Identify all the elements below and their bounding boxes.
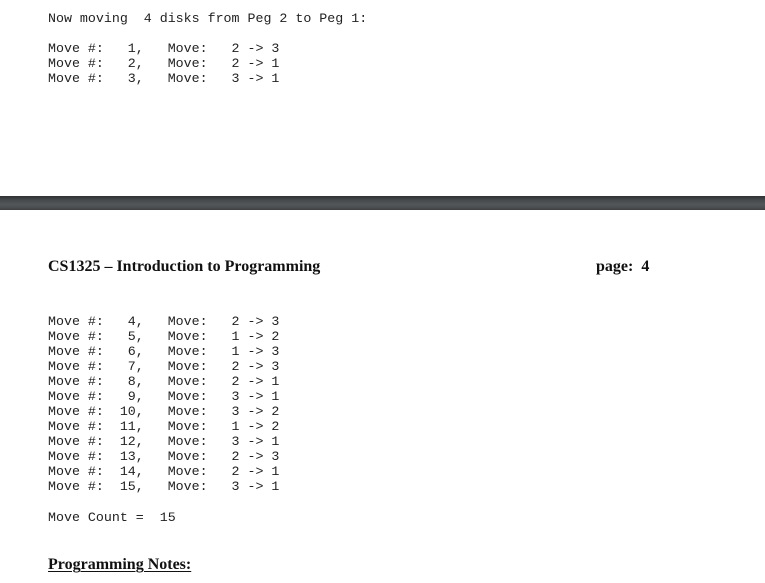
move-row: Move #: 1, Move: 2 -> 3 (48, 41, 280, 56)
move-row: Move #: 6, Move: 1 -> 3 (48, 344, 280, 359)
move-row: Move #: 7, Move: 2 -> 3 (48, 359, 280, 374)
move-row: Move #: 8, Move: 2 -> 1 (48, 374, 280, 389)
programming-notes-heading: Programming Notes: (48, 556, 192, 573)
move-row: Move #: 13, Move: 2 -> 3 (48, 449, 280, 464)
move-count-value: 15 (159, 510, 176, 525)
move-row: Move #: 5, Move: 1 -> 2 (48, 329, 280, 344)
move-row: Move #: 10, Move: 3 -> 2 (48, 404, 280, 419)
page-number-label: page: 4 (596, 258, 649, 276)
move-list-page-1: Move #: 1, Move: 2 -> 3 Move #: 2, Move: … (48, 41, 279, 86)
move-row: Move #: 2, Move: 2 -> 1 (48, 56, 280, 71)
move-row: Move #: 12, Move: 3 -> 1 (48, 434, 280, 449)
move-row: Move #: 15, Move: 3 -> 1 (48, 479, 280, 494)
move-row: Move #: 9, Move: 3 -> 1 (48, 389, 280, 404)
move-row: Move #: 11, Move: 1 -> 2 (48, 419, 280, 434)
page-label-text: page: (596, 258, 634, 275)
page-divider (0, 196, 765, 210)
course-title: CS1325 – Introduction to Programming (48, 258, 321, 275)
move-count-label: Move Count = (48, 510, 144, 525)
move-list-page-2: Move #: 4, Move: 2 -> 3 Move #: 5, Move: … (48, 314, 279, 494)
move-row: Move #: 14, Move: 2 -> 1 (48, 464, 280, 479)
move-row: Move #: 4, Move: 2 -> 3 (48, 314, 280, 329)
intro-line: Now moving 4 disks from Peg 2 to Peg 1: (48, 11, 368, 26)
page-number: 4 (641, 258, 650, 275)
move-count-line: Move Count = 15 (48, 510, 176, 525)
move-row: Move #: 3, Move: 3 -> 1 (48, 71, 280, 86)
